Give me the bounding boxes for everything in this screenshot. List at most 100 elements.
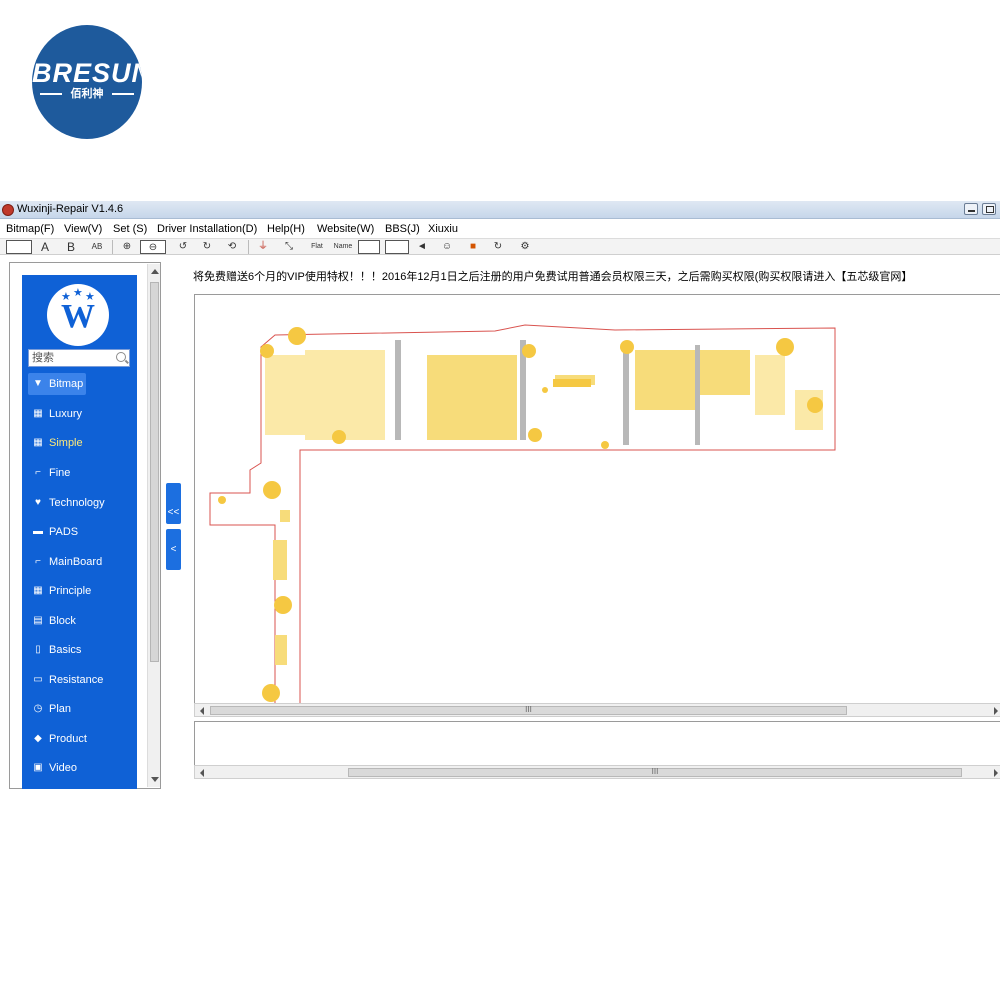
pcb-bitmap[interactable] <box>195 295 1000 716</box>
rotate-right-icon[interactable]: ↻ <box>200 240 214 254</box>
maximize-button[interactable] <box>982 203 996 215</box>
nav-item-luxury[interactable]: ▦ Luxury <box>22 402 137 426</box>
pin-icon[interactable]: ⏚ <box>256 240 270 254</box>
refresh-icon[interactable]: ⟲ <box>225 240 239 254</box>
app-icon <box>2 204 14 216</box>
user-icon[interactable]: ☺ <box>440 240 454 254</box>
text-a-button[interactable]: A <box>38 240 52 254</box>
nav-item-mainboard[interactable]: ⌐ MainBoard <box>22 550 137 574</box>
collapse-all-button[interactable]: << <box>166 483 181 524</box>
folder-icon: ⌐ <box>35 556 41 567</box>
output-pane[interactable] <box>194 721 1000 766</box>
nav-item-label: Simple <box>49 437 83 449</box>
chip-block-right3 <box>755 355 785 415</box>
nav-item-simple[interactable]: ▦ Simple <box>22 431 137 455</box>
output-scroll-thumb[interactable]: III <box>348 767 962 777</box>
scroll-grip: III <box>651 767 659 776</box>
title-bar[interactable]: Wuxinji-Repair V1.4.6 <box>0 201 1000 219</box>
nav-item-label: Bitmap <box>49 378 84 390</box>
single-page-button[interactable] <box>358 240 380 254</box>
menu-view[interactable]: View(V) <box>64 223 102 235</box>
mount-hole <box>528 428 542 442</box>
sidebar-scroll-thumb[interactable] <box>150 282 159 662</box>
nav-item-principle[interactable]: ▦ Principle <box>22 579 137 603</box>
scroll-up-icon[interactable] <box>151 269 159 274</box>
screenshot-stage: BRESUN 佰利神 Wuxinji-Repair V1.4.6 Bitmap(… <box>0 0 1000 1000</box>
scroll-right-icon[interactable] <box>994 769 998 777</box>
measure-icon[interactable]: ⤡ <box>282 240 296 254</box>
collapse-panel-button[interactable]: < <box>166 529 181 570</box>
nav-item-resistance[interactable]: ▭ Resistance <box>22 668 137 692</box>
nav-item-plan[interactable]: ◷ Plan <box>22 697 137 721</box>
toolbar: A B AB ⊕ ⊖ ↺ ↻ ⟲ ⏚ ⤡ Flat Name ◄ ☺ ■ ↻ ⚙ <box>0 238 1000 255</box>
zoom-out-icon[interactable]: ⊖ <box>140 240 166 254</box>
nav-item-label: Luxury <box>49 408 83 420</box>
text-b-button[interactable]: B <box>64 240 78 254</box>
board-viewer[interactable] <box>194 294 1000 716</box>
scroll-grip: III <box>525 705 532 714</box>
tool-icon[interactable]: ⚙ <box>518 240 532 254</box>
layout-toggle-button[interactable] <box>6 240 32 254</box>
color-icon[interactable]: ■ <box>466 240 480 254</box>
scroll-down-icon[interactable] <box>151 777 159 782</box>
name-view-button[interactable]: Name <box>332 240 354 254</box>
rotate-left-icon[interactable]: ↺ <box>176 240 190 254</box>
grid-icon: ▦ <box>33 408 43 419</box>
menu-driver-installation[interactable]: Driver Installation(D) <box>157 223 257 235</box>
connector-bar <box>395 340 401 440</box>
scroll-left-icon[interactable] <box>200 707 204 715</box>
output-horizontal-scrollbar[interactable]: III <box>194 765 1000 779</box>
component <box>275 635 287 665</box>
nav-item-fine[interactable]: ⌐ Fine <box>22 461 137 485</box>
mount-hole <box>263 481 281 499</box>
menu-website[interactable]: Website(W) <box>317 223 374 235</box>
menu-bitmap[interactable]: Bitmap(F) <box>6 223 54 235</box>
nav-item-pads[interactable]: ▬ PADS <box>22 520 137 544</box>
dual-page-button[interactable] <box>385 240 409 254</box>
text-ab-button[interactable]: AB <box>89 240 105 254</box>
minimize-button[interactable] <box>964 203 978 215</box>
menu-help[interactable]: Help(H) <box>267 223 305 235</box>
video-icon: ▣ <box>33 762 43 773</box>
mount-hole <box>807 397 823 413</box>
chip-block-left <box>305 350 385 440</box>
left-panel: ★ ★ ★ W 搜索 ▼ Bitmap ▦ Luxury ▦ Simple ⌐ … <box>9 262 161 789</box>
search-input[interactable]: 搜索 <box>28 349 130 367</box>
scroll-left-icon[interactable] <box>200 769 204 777</box>
menu-set[interactable]: Set (S) <box>113 223 147 235</box>
bga-chip-main <box>427 355 517 440</box>
nav-item-video[interactable]: ▣ Video <box>22 756 137 780</box>
scroll-right-icon[interactable] <box>994 707 998 715</box>
nav-item-basics[interactable]: ▯ Basics <box>22 638 137 662</box>
nav-item-technology[interactable]: ♥ Technology <box>22 491 137 515</box>
connector-bar <box>695 345 700 445</box>
nav-item-block[interactable]: ▤ Block <box>22 609 137 633</box>
nav-item-label: Basics <box>49 644 82 656</box>
flat-view-button[interactable]: Flat <box>306 240 328 254</box>
search-icon[interactable] <box>116 352 126 362</box>
canvas-horizontal-scrollbar[interactable]: III <box>194 703 1000 717</box>
nav-item-label: PADS <box>49 526 79 538</box>
menu-xiuxiu[interactable]: Xiuxiu <box>428 223 458 235</box>
mount-hole <box>776 338 794 356</box>
sidebar-scrollbar[interactable] <box>147 264 160 787</box>
vip-notice: 将免费赠送6个月的VIP使用特权！！！2016年12月1日之后注册的用户免费试用… <box>193 271 913 283</box>
menu-bbs[interactable]: BBS(J) <box>385 223 420 235</box>
block-icon: ▤ <box>33 615 43 626</box>
canvas-scroll-thumb[interactable]: III <box>210 705 847 715</box>
mount-hole <box>262 684 280 702</box>
mount-hole <box>332 430 346 444</box>
resistor-icon: ▭ <box>33 674 43 685</box>
zoom-in-icon[interactable]: ⊕ <box>120 240 134 254</box>
app-window: Wuxinji-Repair V1.4.6 Bitmap(F) View(V) … <box>0 201 1000 801</box>
speaker-icon[interactable]: ◄ <box>415 240 429 254</box>
nav-panel: ★ ★ ★ W 搜索 ▼ Bitmap ▦ Luxury ▦ Simple ⌐ … <box>22 275 137 789</box>
nav-item-product[interactable]: ◆ Product <box>22 727 137 751</box>
mount-hole <box>620 340 634 354</box>
component <box>280 510 290 522</box>
folder-icon: ⌐ <box>35 467 41 478</box>
reload-icon[interactable]: ↻ <box>491 240 505 254</box>
nav-item-label: Fine <box>49 467 71 479</box>
nav-item-bitmap[interactable]: ▼ Bitmap <box>22 372 137 396</box>
bga-chip-right2 <box>700 350 750 395</box>
